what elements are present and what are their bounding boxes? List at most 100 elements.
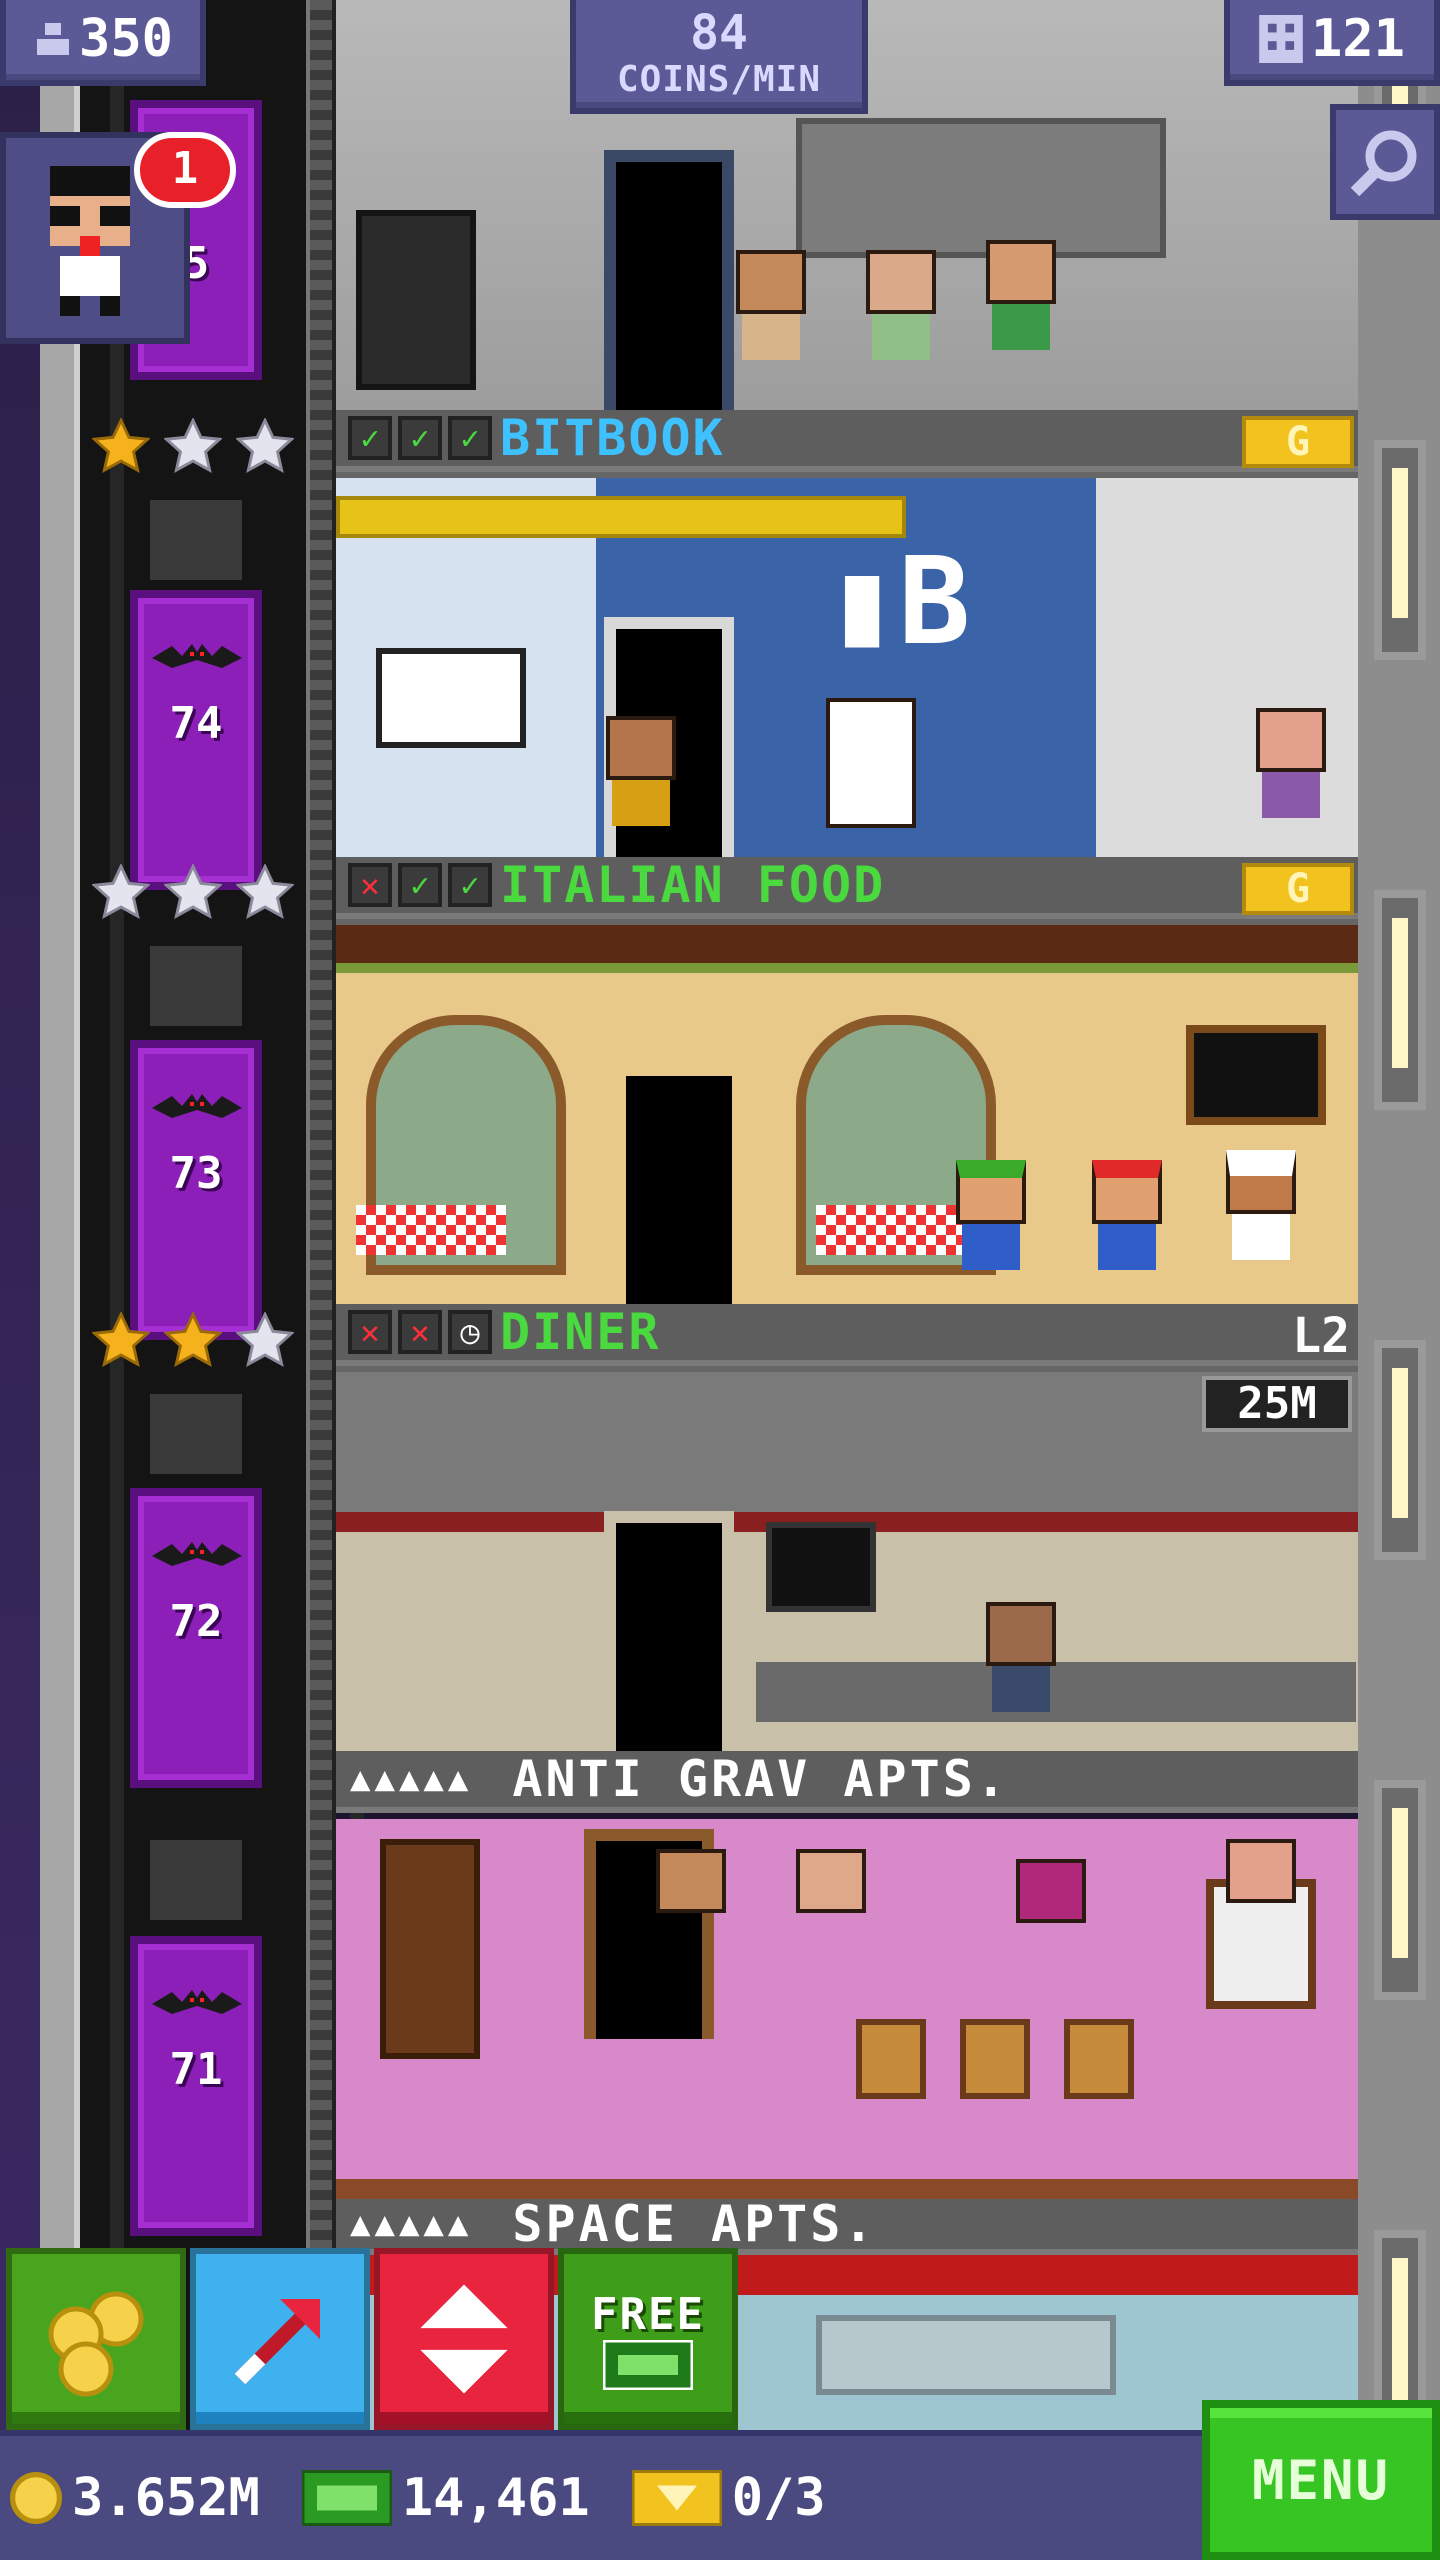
golden-ticket-badge[interactable]: G (1242, 416, 1354, 468)
bitizen[interactable] (736, 250, 806, 360)
elevator-car-floor-72[interactable]: 72 (130, 1488, 262, 1788)
floor-room (336, 925, 1358, 1304)
bux-balance-value: 14,461 (401, 2468, 590, 2528)
night-sky (0, 0, 40, 2560)
floor-diner[interactable]: ✕ ✕ ◷ DINER L2 25M (336, 1304, 1358, 1751)
bitizen[interactable] (986, 1602, 1056, 1712)
coins-per-minute: 84 COINS/MIN (570, 0, 868, 114)
move-button[interactable] (190, 2248, 370, 2430)
tower-window (1374, 440, 1426, 660)
elevator-counterweight (150, 1840, 242, 1920)
floating-bitizen[interactable] (1016, 1859, 1086, 1969)
bitizen[interactable] (866, 250, 936, 360)
floor-counter[interactable]: 121 (1224, 0, 1440, 86)
elevator-car-floor-74[interactable]: 74 (130, 590, 262, 890)
bitizen[interactable] (826, 698, 916, 828)
silver-star-icon (235, 863, 295, 922)
silver-star-icon (235, 1311, 295, 1370)
search-button[interactable] (1330, 104, 1440, 220)
bitizen[interactable] (986, 240, 1056, 350)
building-icon (1259, 15, 1303, 63)
stock-check-icon: ✓ (398, 416, 442, 460)
golden-ticket-badge[interactable]: G (1242, 863, 1354, 915)
elevator-floor-number: 72 (169, 1596, 223, 1647)
coin-balance-value: 3.652M (72, 2468, 260, 2528)
bat-icon (152, 1094, 242, 1118)
stock-empty-icon: ✕ (348, 1310, 392, 1354)
washing-machines (796, 118, 1166, 258)
population-counter[interactable]: 350 (0, 0, 206, 86)
stock-checks: ✕ ✓ ✓ (348, 863, 492, 907)
bitizen[interactable] (606, 716, 676, 826)
gold-star-icon (163, 1311, 223, 1370)
floating-bitizen[interactable] (796, 1849, 866, 1959)
floor-banner: ✕ ✓ ✓ ITALIAN FOOD G (336, 857, 1358, 919)
up-down-arrows-icon (420, 2284, 508, 2394)
coins-per-minute-unit: COINS/MIN (616, 59, 822, 100)
floating-bitizen[interactable] (1226, 1839, 1296, 1949)
tower-window (1374, 890, 1426, 1110)
coins-icon (48, 2291, 144, 2397)
gold-star-icon (91, 417, 151, 476)
tower-window (1374, 1780, 1426, 2000)
vip-avatar-icon (50, 166, 130, 316)
stock-check-icon: ✓ (448, 416, 492, 460)
bux-icon (301, 2470, 392, 2526)
elevator-counterweight (150, 1394, 242, 1474)
vending-machine (356, 210, 476, 390)
golden-ticket-balance: 0/3 (631, 2468, 826, 2528)
golden-ticket-icon (631, 2470, 722, 2526)
residents-icon: ▲▲▲▲▲ (350, 1759, 473, 1799)
menu-button[interactable]: MENU (1202, 2400, 1440, 2560)
floor-room: 25M (336, 1372, 1358, 1751)
floor-name: DINER (500, 1304, 661, 1361)
stock-check-icon: ✓ (448, 863, 492, 907)
bat-icon (152, 644, 242, 668)
menu-chalkboard (1186, 1025, 1326, 1125)
floor-door (604, 150, 734, 410)
notification-badge: 1 (134, 132, 236, 208)
floor-level: L2 (1292, 1308, 1350, 1364)
elevator-floor-number: 73 (169, 1148, 223, 1199)
floor-name: SPACE APTS. (512, 2195, 877, 2253)
tower-window (1374, 1340, 1426, 1560)
floor-bitbook[interactable]: ✓ ✓ ✓ BITBOOK G ▮B (336, 410, 1358, 857)
bat-icon (152, 1990, 242, 2014)
stock-check-icon: ✓ (398, 863, 442, 907)
floor-name: BITBOOK (500, 410, 725, 467)
clock-icon: ◷ (448, 1310, 492, 1354)
bitizen-red-cap[interactable] (1092, 1160, 1162, 1270)
silver-star-icon (91, 863, 151, 922)
elevator-car-floor-73[interactable]: 73 (130, 1040, 262, 1340)
floor-banner: ✓ ✓ ✓ BITBOOK G (336, 410, 1358, 472)
bat-icon (152, 1542, 242, 1566)
elevator-car-floor-71[interactable]: 71 (130, 1936, 262, 2236)
elevator-button[interactable] (374, 2248, 554, 2430)
stock-empty-icon: ✕ (398, 1310, 442, 1354)
bitizen-green-cap[interactable] (956, 1160, 1026, 1270)
space-panel (816, 2315, 1116, 2395)
population-icon (37, 23, 70, 55)
bookshelf (380, 1839, 480, 2059)
floor-anti-grav-apts[interactable] (336, 1819, 1358, 2199)
vip-button[interactable]: 1 (0, 132, 236, 344)
tower-outer-wall (40, 0, 80, 2560)
floor-door (614, 1064, 744, 1304)
bitizen[interactable] (1256, 708, 1326, 818)
stock-checks: ✓ ✓ ✓ (348, 416, 492, 460)
floating-bitizen[interactable] (656, 1849, 726, 1959)
bitizen-chef[interactable] (1226, 1150, 1296, 1260)
yellow-pipe (336, 496, 906, 538)
floor-name: ANTI GRAV APTS. (512, 1750, 1009, 1808)
floor-stars (91, 1311, 295, 1370)
floor-banner: ✕ ✕ ◷ DINER L2 (336, 1304, 1358, 1366)
picture-frame (856, 2019, 926, 2099)
checkered-table (816, 1205, 966, 1255)
bux-icon (603, 2339, 693, 2390)
free-bux-button[interactable]: FREE (558, 2248, 738, 2430)
floor-italian-food[interactable]: ✕ ✓ ✓ ITALIAN FOOD G (336, 857, 1358, 1304)
collect-coins-button[interactable] (6, 2248, 186, 2430)
restock-timer[interactable]: 25M (1202, 1376, 1352, 1432)
floor-banner-anti-grav: ▲▲▲▲▲ ANTI GRAV APTS. (336, 1750, 1358, 1813)
free-label: FREE (591, 2288, 705, 2340)
